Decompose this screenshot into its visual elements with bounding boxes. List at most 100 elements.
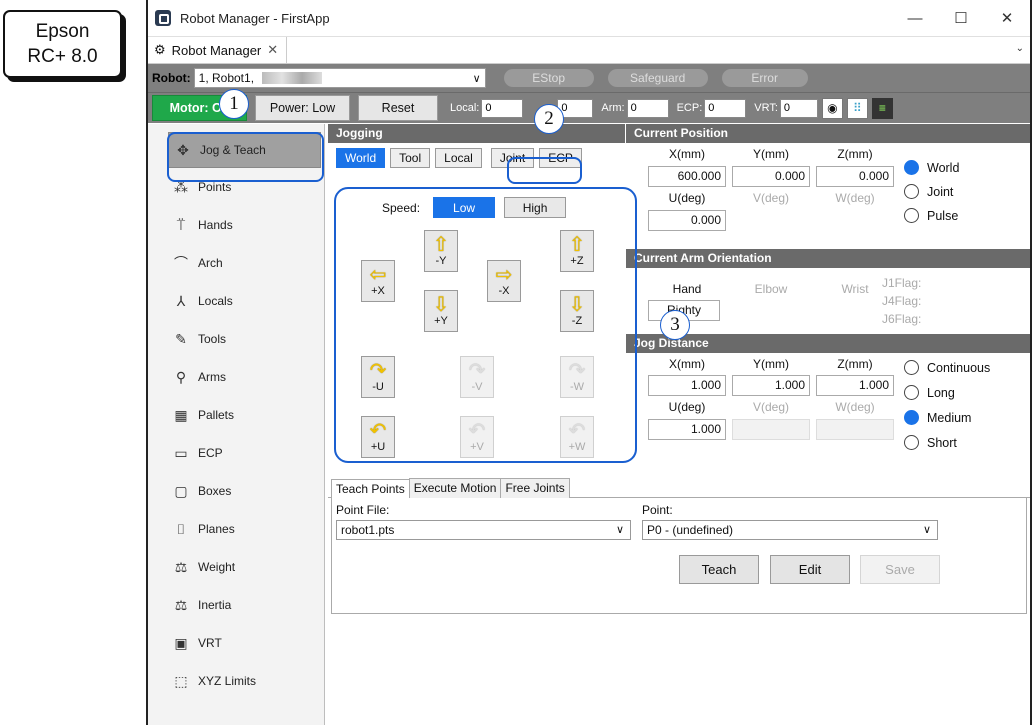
robot-manager-window: Robot Manager - FirstApp — ☐ ✕ ⚙ Robot M…	[146, 0, 1032, 725]
sidebar-item-boxes[interactable]: ▢ Boxes	[148, 472, 324, 510]
dv-label: V(deg)	[752, 400, 790, 414]
close-tab-icon[interactable]: ✕	[267, 42, 278, 58]
jog-minus-z-button[interactable]: ⇩ -Z	[560, 290, 594, 332]
jog-mode-local[interactable]: Local	[435, 148, 482, 168]
sidebar-item-label: Points	[198, 180, 232, 194]
robot-select[interactable]: 1, Robot1, ∨	[193, 68, 486, 88]
tab-robot-manager[interactable]: ⚙ Robot Manager ✕	[148, 36, 288, 64]
frame-joint-radio[interactable]: Joint	[904, 184, 953, 199]
jog-mode-ecp[interactable]: ECP	[539, 148, 582, 168]
jog-mode-joint[interactable]: Joint	[490, 148, 535, 168]
y-label: Y(mm)	[753, 147, 789, 161]
jog-plus-x-button[interactable]: ⇦ +X	[361, 260, 395, 302]
sidebar-item-xyz-limits[interactable]: ⬚ XYZ Limits	[148, 662, 324, 700]
dots-icon[interactable]: ⠿	[846, 97, 868, 119]
chevron-down-icon[interactable]: ⌄	[1016, 43, 1024, 54]
sidebar-item-planes[interactable]: ⌷ Planes	[148, 510, 324, 548]
radio-icon	[904, 184, 919, 199]
jog-mode-world[interactable]: World	[336, 148, 386, 168]
jog-minus-w-button[interactable]: ↷ -W	[560, 356, 594, 398]
distance-medium-radio[interactable]: Medium	[904, 410, 971, 425]
sidebar-item-ecp[interactable]: ▭ ECP	[148, 434, 324, 472]
ecp-label: ECP:	[676, 102, 703, 114]
maximize-button[interactable]: ☐	[938, 0, 984, 36]
j6flag-label: J6Flag:	[882, 312, 922, 326]
sidebar-item-label: Boxes	[198, 484, 232, 498]
arm-select[interactable]: Arm: 0	[597, 98, 669, 118]
close-button[interactable]: ✕	[984, 0, 1030, 36]
point-file-select[interactable]: robot1.pts ∨	[336, 520, 631, 540]
jog-minus-x-button[interactable]: ⇨ -X	[487, 260, 521, 302]
distance-x-input[interactable]: 1.000	[648, 375, 726, 396]
reset-button[interactable]: Reset	[358, 95, 438, 121]
sidebar-item-inertia[interactable]: ⚖ Inertia	[148, 586, 324, 624]
frame-world-radio[interactable]: World	[904, 160, 959, 175]
speed-high-button[interactable]: High	[504, 197, 567, 218]
distance-long-radio[interactable]: Long	[904, 385, 955, 400]
sidebar-item-label: XYZ Limits	[198, 674, 257, 688]
jog-plus-w-button[interactable]: ↶ +W	[560, 416, 594, 458]
sidebar-item-hands[interactable]: ⍡ Hands	[148, 206, 324, 244]
jog-plus-u-button[interactable]: ↶ +U	[361, 416, 395, 458]
arch-icon: ⌒	[174, 255, 188, 271]
distance-short-radio[interactable]: Short	[904, 435, 957, 450]
tab-free-joints[interactable]: Free Joints	[500, 478, 570, 498]
distance-y-input[interactable]: 1.000	[732, 375, 810, 396]
sidebar-item-label: Jog & Teach	[200, 143, 266, 157]
sidebar-item-vrt[interactable]: ▣ VRT	[148, 624, 324, 662]
tab-label: Robot Manager	[171, 42, 262, 58]
point-select[interactable]: P0 - (undefined) ∨	[642, 520, 938, 540]
app-icon	[155, 10, 171, 26]
jogging-header: Jogging	[328, 124, 625, 143]
distance-z-input[interactable]: 1.000	[816, 375, 894, 396]
sidebar-item-label: Weight	[198, 560, 236, 574]
vrt-select[interactable]: VRT: 0	[750, 98, 818, 118]
sidebar-item-weight[interactable]: ⚖ Weight	[148, 548, 324, 586]
camera-icon[interactable]: ◉	[821, 97, 843, 119]
save-button[interactable]: Save	[860, 555, 940, 584]
jog-label: +Z	[570, 255, 584, 267]
arm-label: Arm:	[601, 102, 625, 114]
speed-low-button[interactable]: Low	[433, 197, 496, 218]
distance-u-input[interactable]: 1.000	[648, 419, 726, 440]
arrow-left-icon: ⇦	[369, 264, 387, 286]
sidebar-item-pallets[interactable]: ▦ Pallets	[148, 396, 324, 434]
sidebar-item-jog-teach[interactable]: ✥ Jog & Teach	[168, 132, 321, 168]
jog-label: +U	[370, 441, 386, 453]
chevron-down-icon: ∨	[615, 524, 624, 536]
tab-teach-points[interactable]: Teach Points	[331, 479, 410, 499]
jog-minus-y-button[interactable]: ⇧ -Y	[424, 230, 458, 272]
teach-button[interactable]: Teach	[679, 555, 759, 584]
edit-button[interactable]: Edit	[770, 555, 850, 584]
distance-continuous-radio[interactable]: Continuous	[904, 360, 990, 375]
jog-plus-z-button[interactable]: ⇧ +Z	[560, 230, 594, 272]
sidebar-item-label: VRT	[198, 636, 222, 650]
minimize-button[interactable]: —	[892, 0, 938, 36]
grid-icon: ▦	[174, 406, 188, 423]
tab-execute-motion[interactable]: Execute Motion	[408, 478, 502, 498]
radio-label: Medium	[927, 410, 972, 425]
frame-pulse-radio[interactable]: Pulse	[904, 208, 958, 223]
sidebar-item-points[interactable]: ⁂ Points	[148, 168, 324, 206]
jog-mode-tool[interactable]: Tool	[390, 148, 431, 168]
z-label: Z(mm)	[837, 147, 873, 161]
power-button[interactable]: Power: Low	[255, 95, 350, 121]
ecp-select[interactable]: ECP: 0	[673, 98, 747, 118]
du-label: U(deg)	[668, 400, 706, 414]
jog-plus-y-button[interactable]: ⇩ +Y	[424, 290, 458, 332]
jog-label: +W	[568, 441, 586, 453]
sidebar-item-arch[interactable]: ⌒ Arch	[148, 244, 324, 282]
jog-minus-u-button[interactable]: ↷ -U	[361, 356, 395, 398]
sidebar-item-tools[interactable]: ✎ Tools	[148, 320, 324, 358]
sidebar-item-arms[interactable]: ⚲ Arms	[148, 358, 324, 396]
jog-plus-v-button[interactable]: ↶ +V	[460, 416, 494, 458]
local-select[interactable]: Local: 0	[450, 98, 524, 118]
badge-line2: RC+ 8.0	[27, 46, 98, 67]
radio-label: Short	[927, 435, 957, 450]
terminal-icon[interactable]: ≡	[871, 97, 893, 119]
window-title: Robot Manager - FirstApp	[180, 10, 330, 26]
w-label: W(deg)	[835, 191, 875, 205]
jog-minus-v-button[interactable]: ↷ -V	[460, 356, 494, 398]
sidebar-item-locals[interactable]: ⅄ Locals	[148, 282, 324, 320]
jog-label: -Z	[571, 315, 583, 327]
